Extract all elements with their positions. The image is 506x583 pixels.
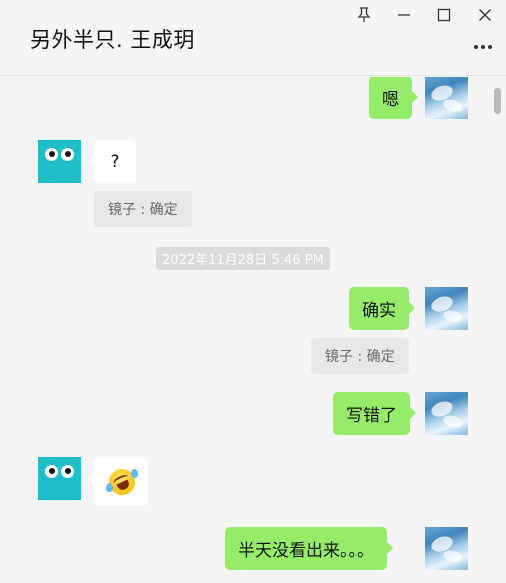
avatar-self[interactable] bbox=[425, 527, 468, 570]
scrollbar-thumb[interactable] bbox=[494, 88, 501, 114]
avatar-other[interactable] bbox=[38, 457, 81, 500]
avatar-other[interactable] bbox=[38, 140, 81, 183]
message-bubble-self[interactable]: 写错了 bbox=[333, 392, 416, 435]
minimize-icon[interactable] bbox=[391, 4, 417, 26]
avatar-self[interactable] bbox=[425, 287, 468, 330]
title-bar: 另外半只. 王成玥 bbox=[0, 0, 506, 76]
maximize-icon[interactable] bbox=[431, 4, 457, 26]
message-bubble-other[interactable]: ? bbox=[88, 140, 136, 183]
avatar-self[interactable] bbox=[425, 77, 468, 119]
quoted-message[interactable]: 镜子 : 确定 bbox=[94, 191, 192, 227]
message-bubble-self[interactable]: 确实 bbox=[349, 287, 415, 330]
message-list[interactable]: 嗯 ? 镜子 : 确定 2022年11月28日 5:46 PM 确实 镜子 : … bbox=[0, 77, 506, 583]
timestamp: 2022年11月28日 5:46 PM bbox=[156, 247, 330, 270]
more-dots-icon[interactable] bbox=[472, 38, 494, 56]
message-bubble-self[interactable]: 嗯 bbox=[369, 77, 418, 119]
chat-title: 另外半只. 王成玥 bbox=[30, 28, 195, 52]
avatar-self[interactable] bbox=[425, 392, 468, 435]
quoted-message[interactable]: 镜子 : 确定 bbox=[311, 338, 409, 374]
rofl-emoji-icon bbox=[104, 464, 140, 499]
message-bubble-other[interactable] bbox=[88, 457, 148, 506]
message-bubble-self[interactable]: 半天没看出来。。。 bbox=[225, 527, 393, 570]
close-icon[interactable] bbox=[472, 4, 498, 26]
pin-icon[interactable] bbox=[351, 4, 377, 26]
